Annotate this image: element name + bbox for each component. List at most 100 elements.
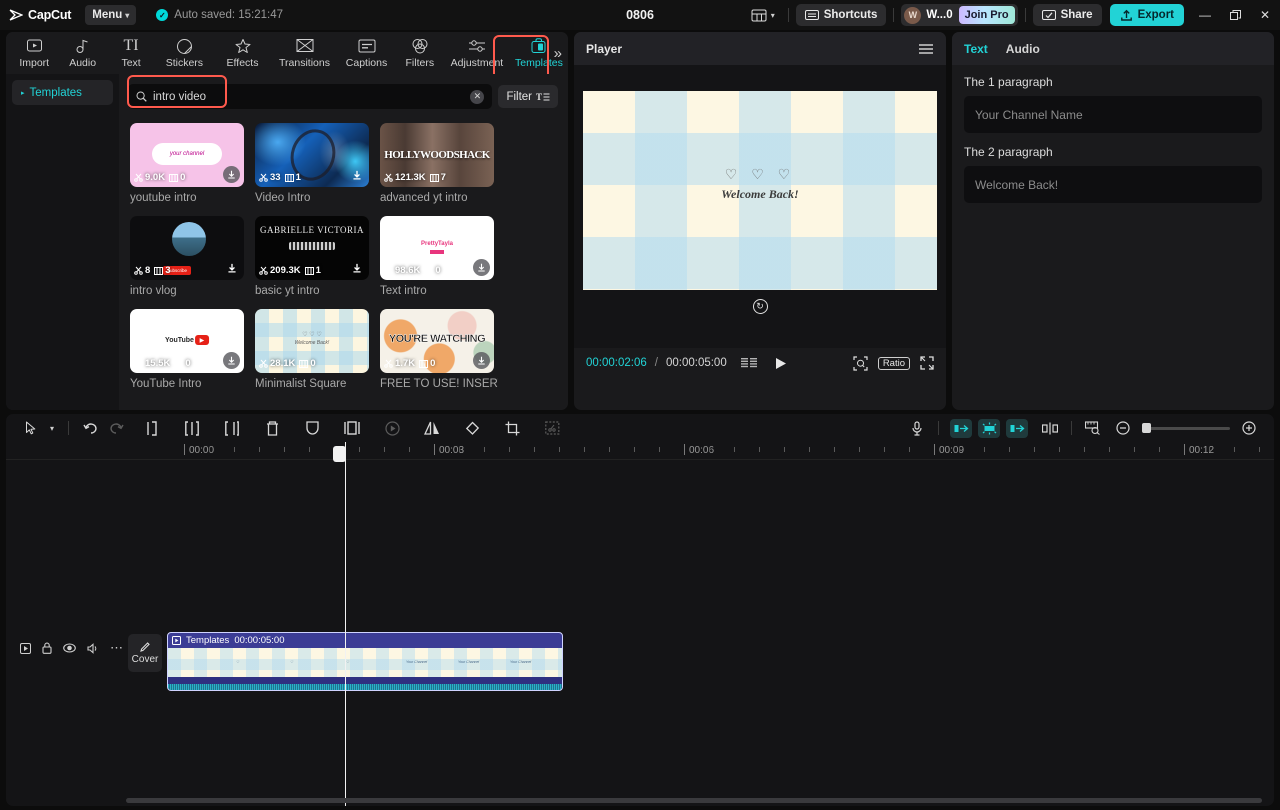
paragraph-1-input[interactable]: Your Channel Name bbox=[964, 96, 1262, 133]
nav-tab-transitions[interactable]: Transitions bbox=[272, 32, 338, 74]
record-icon[interactable] bbox=[904, 415, 930, 441]
sidebar-item-templates[interactable]: ▸ Templates bbox=[12, 80, 113, 105]
download-icon[interactable] bbox=[473, 259, 490, 276]
nav-tab-filters[interactable]: Filters bbox=[396, 32, 444, 74]
mirror-tool[interactable] bbox=[419, 415, 445, 441]
rotate-tool[interactable] bbox=[459, 415, 485, 441]
timeline-horizontal-scrollbar[interactable] bbox=[126, 798, 1262, 803]
template-card[interactable]: PrettyTayla 98.6K 0 bbox=[380, 216, 505, 297]
nav-tab-text[interactable]: TI Text bbox=[107, 32, 155, 74]
redo-tool[interactable] bbox=[103, 415, 129, 441]
template-thumbnail[interactable]: ♡ ♡ ♡ Welcome Back! 28.1K 0 bbox=[255, 309, 369, 373]
template-thumbnail[interactable]: PrettyTayla 98.6K 0 bbox=[380, 216, 494, 280]
preview-tool[interactable] bbox=[379, 415, 405, 441]
measure-icon[interactable] bbox=[1080, 415, 1106, 441]
zoom-in-icon[interactable] bbox=[1236, 415, 1262, 441]
template-card[interactable]: Subscribe 8 3 bbox=[130, 216, 255, 297]
tab-text[interactable]: Text bbox=[964, 42, 988, 56]
frames-icon[interactable] bbox=[741, 358, 759, 369]
download-icon[interactable] bbox=[473, 352, 490, 369]
more-tabs-button[interactable]: » bbox=[554, 45, 562, 62]
crop-tool[interactable] bbox=[499, 415, 525, 441]
zoom-slider[interactable] bbox=[1142, 427, 1230, 430]
more-icon[interactable]: ⋯ bbox=[110, 640, 123, 656]
template-card[interactable]: ♡ ♡ ♡ Welcome Back! 28.1K 0 bbox=[255, 309, 380, 390]
timeline-tracks: ⋯ Cover Templates 00:00:05:00 ♡ bbox=[6, 460, 1274, 806]
clip-filmstrip: ♡ ♡ ♡ Your Channel Your Channel Your Cha… bbox=[168, 648, 562, 677]
template-thumbnail[interactable]: YouTube ▶ 15.5K bbox=[130, 309, 244, 373]
tool-dropdown[interactable]: ▾ bbox=[44, 415, 60, 441]
template-thumbnail[interactable]: your channel 9.0K 0 bbox=[130, 123, 244, 187]
link-icon[interactable] bbox=[1037, 415, 1063, 441]
timeline-clip[interactable]: Templates 00:00:05:00 ♡ ♡ ♡ Your Channel… bbox=[167, 632, 563, 691]
zoom-slider-handle[interactable] bbox=[1142, 423, 1151, 433]
snap-right-icon[interactable] bbox=[1006, 419, 1028, 438]
nav-tab-audio[interactable]: Audio bbox=[58, 32, 106, 74]
undo-tool[interactable] bbox=[77, 415, 103, 441]
snap-left-icon[interactable] bbox=[950, 419, 972, 438]
share-button[interactable]: Share bbox=[1033, 4, 1102, 26]
nav-tab-import[interactable]: Import bbox=[10, 32, 58, 74]
template-card[interactable]: YOU'RE WATCHING 1.7K 0 bbox=[380, 309, 505, 390]
nav-tab-effects[interactable]: Effects bbox=[213, 32, 271, 74]
cutout-tool[interactable] bbox=[539, 415, 565, 441]
template-card[interactable]: HOLLYWOODSHACK 121.3K 7 bbox=[380, 123, 505, 204]
nav-tab-captions[interactable]: Captions bbox=[337, 32, 395, 74]
hamburger-icon[interactable] bbox=[918, 43, 934, 55]
play-button[interactable] bbox=[775, 357, 787, 370]
auto-snap-icon[interactable] bbox=[978, 419, 1000, 438]
mask-tool[interactable] bbox=[299, 415, 325, 441]
freeze-tool[interactable] bbox=[339, 415, 365, 441]
visibility-icon[interactable] bbox=[63, 643, 76, 653]
trim-left-tool[interactable] bbox=[179, 415, 205, 441]
playhead-handle[interactable] bbox=[333, 446, 346, 462]
shortcuts-button[interactable]: Shortcuts bbox=[796, 4, 887, 26]
cover-button[interactable]: Cover bbox=[128, 634, 162, 672]
layout-button[interactable]: ▾ bbox=[745, 9, 781, 22]
zoom-out-icon[interactable] bbox=[1110, 415, 1136, 441]
template-thumbnail[interactable]: GABRIELLE VICTORIA 209.3K 1 bbox=[255, 216, 369, 280]
split-tool[interactable] bbox=[139, 415, 165, 441]
download-icon[interactable] bbox=[348, 259, 365, 276]
clear-search-icon[interactable]: ✕ bbox=[470, 90, 484, 104]
export-button[interactable]: Export bbox=[1110, 4, 1184, 26]
trim-right-tool[interactable] bbox=[219, 415, 245, 441]
ratio-button[interactable]: Ratio bbox=[878, 357, 910, 370]
tab-audio[interactable]: Audio bbox=[1006, 42, 1040, 56]
zoom-preview-icon[interactable] bbox=[853, 356, 868, 371]
nav-tab-stickers[interactable]: Stickers bbox=[155, 32, 213, 74]
minimize-button[interactable]: — bbox=[1190, 0, 1220, 30]
lock-icon[interactable] bbox=[42, 642, 52, 654]
join-pro-button[interactable]: Join Pro bbox=[959, 6, 1015, 24]
clips-count: 7 bbox=[441, 172, 446, 183]
template-thumbnail[interactable]: 33 1 bbox=[255, 123, 369, 187]
current-time[interactable]: 00:00:02:06 bbox=[586, 357, 647, 369]
track-type-icon[interactable] bbox=[20, 643, 31, 654]
download-icon[interactable] bbox=[348, 166, 365, 183]
filter-button[interactable]: Filter T bbox=[498, 85, 558, 108]
template-thumbnail[interactable]: Subscribe 8 3 bbox=[130, 216, 244, 280]
clips-icon bbox=[305, 267, 314, 275]
menu-button[interactable]: Menu ▾ bbox=[85, 5, 136, 25]
search-input[interactable]: intro video ✕ bbox=[128, 84, 492, 109]
delete-tool[interactable] bbox=[259, 415, 285, 441]
template-card[interactable]: your channel 9.0K 0 bbox=[130, 123, 255, 204]
close-button[interactable]: ✕ bbox=[1250, 0, 1280, 30]
template-card[interactable]: GABRIELLE VICTORIA 209.3K 1 bbox=[255, 216, 380, 297]
select-tool[interactable] bbox=[18, 415, 44, 441]
download-icon[interactable] bbox=[223, 166, 240, 183]
download-icon[interactable] bbox=[223, 259, 240, 276]
template-card[interactable]: YouTube ▶ 15.5K bbox=[130, 309, 255, 390]
preview-canvas[interactable]: ♡ ♡ ♡ Welcome Back! bbox=[583, 91, 937, 290]
replay-icon[interactable]: ↻ bbox=[753, 299, 768, 314]
template-thumbnail[interactable]: HOLLYWOODSHACK 121.3K 7 bbox=[380, 123, 494, 187]
maximize-button[interactable] bbox=[1220, 0, 1250, 30]
fullscreen-icon[interactable] bbox=[920, 356, 934, 370]
timeline-ruler[interactable]: 00:00 00:03 00:06 00:09 00:12 bbox=[6, 442, 1274, 460]
download-icon[interactable] bbox=[223, 352, 240, 369]
paragraph-2-input[interactable]: Welcome Back! bbox=[964, 166, 1262, 203]
mute-icon[interactable] bbox=[87, 643, 99, 654]
template-thumbnail[interactable]: YOU'RE WATCHING 1.7K 0 bbox=[380, 309, 494, 373]
user-chip[interactable]: W W...0 Join Pro bbox=[901, 4, 1017, 26]
template-card[interactable]: 33 1 Video Intro bbox=[255, 123, 380, 204]
